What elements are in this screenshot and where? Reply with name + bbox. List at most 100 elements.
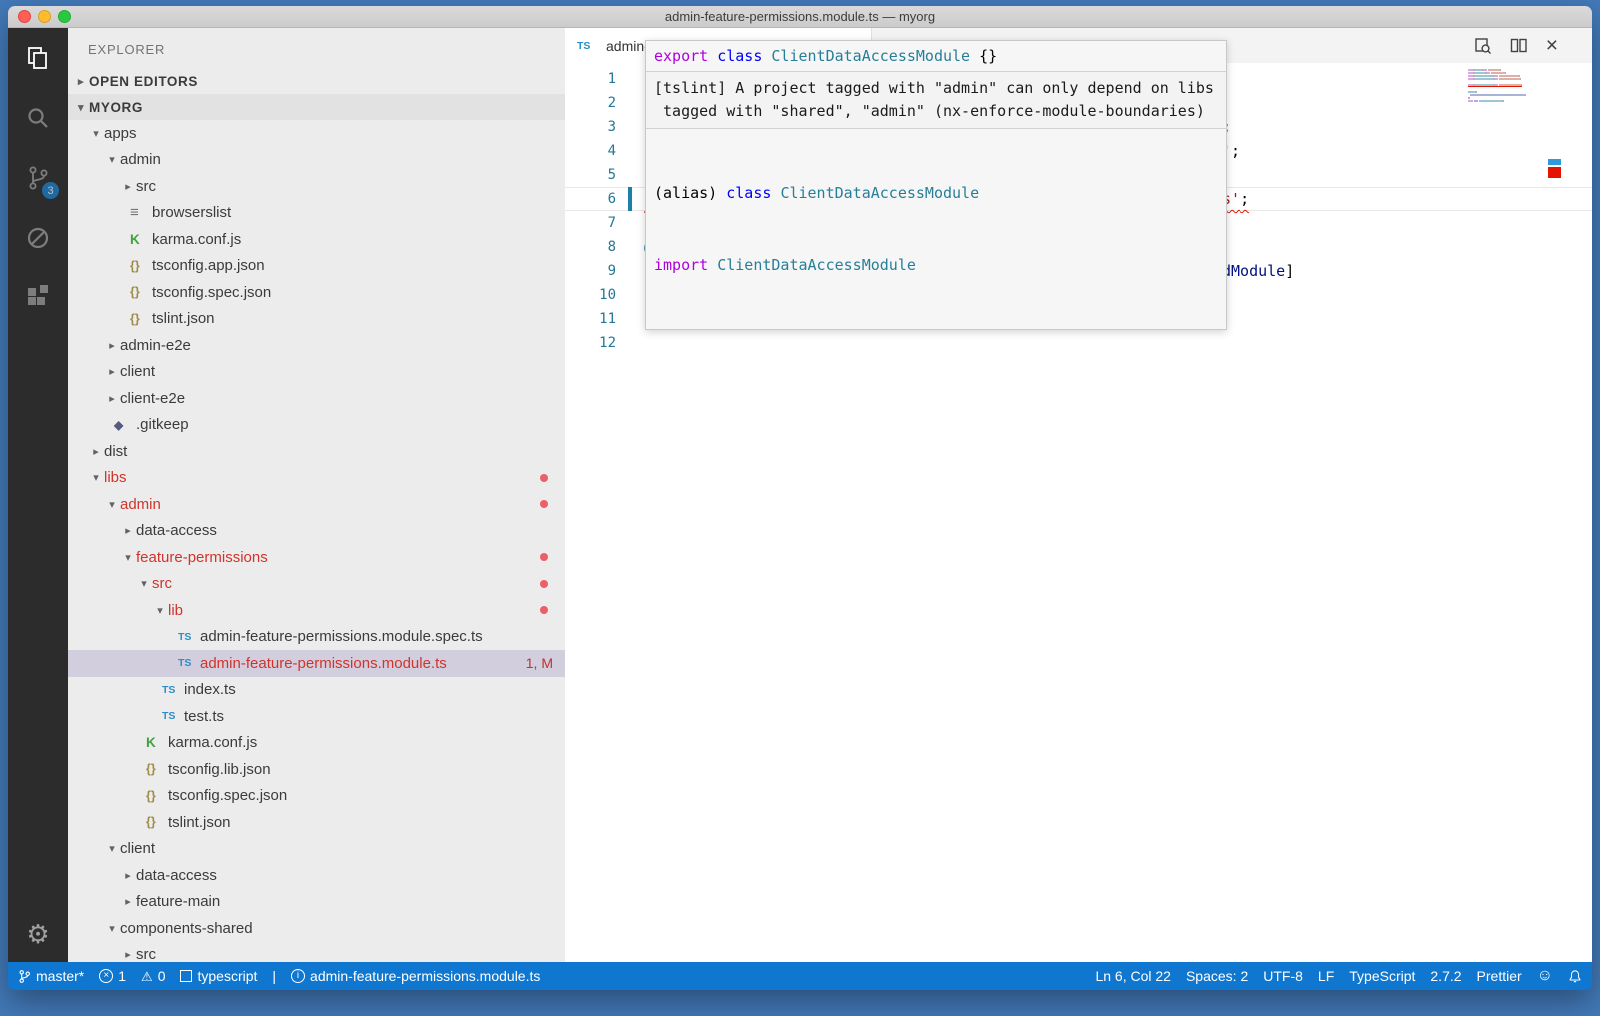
tree-folder-lib[interactable]: ▾lib [68,597,565,624]
activity-debug-button[interactable] [8,208,68,268]
chevron-down-icon: ▾ [88,471,104,484]
open-editors-section-header[interactable]: ▸ OPEN EDITORS [68,68,565,94]
tree-item-label: dist [104,443,127,460]
line-number: 1 [565,67,635,91]
tree-item-label: index.ts [184,681,236,698]
tree-item-label: data-access [136,522,217,539]
statusbar-indentation[interactable]: Spaces: 2 [1186,968,1248,984]
line-number: 2 [565,91,635,115]
tree-folder-data-access[interactable]: ▸data-access [68,862,565,889]
hover-signature: export class ClientDataAccessModule {} [646,41,1226,72]
status-bar: master*×1⚠0typescript|iadmin-feature-per… [8,962,1592,990]
tree-item-label: src [136,946,156,962]
line-number: 5 [565,163,635,187]
tree-folder-client[interactable]: ▸client [68,359,565,386]
tree-item-label: src [152,575,172,592]
modified-dot [540,606,548,614]
statusbar-formatter-label: Prettier [1477,968,1522,984]
tree-item-label: lib [168,602,183,619]
files-icon [24,44,52,72]
tree-folder-feature-main[interactable]: ▸feature-main [68,889,565,916]
tree-folder-admin[interactable]: ▾admin [68,491,565,518]
json-file-icon: {} [146,789,168,803]
tree-item-label: tslint.json [152,310,215,327]
tree-file-tsconfig.spec.json[interactable]: {}tsconfig.spec.json [68,783,565,810]
close-editor-icon[interactable]: × [1546,35,1558,56]
statusbar-typescript-version[interactable]: 2.7.2 [1430,968,1461,984]
tree-file-karma.conf.js[interactable]: Kkarma.conf.js [68,730,565,757]
overview-ruler-error-mark [1548,167,1561,178]
open-preview-icon[interactable] [1474,37,1492,55]
statusbar-encoding[interactable]: UTF-8 [1263,968,1303,984]
sidebar-title: EXPLORER [68,28,565,68]
json-file-icon: {} [130,285,152,299]
statusbar-cursor-position-label: Ln 6, Col 22 [1095,968,1171,984]
tree-item-label: client [120,840,155,857]
statusbar-eol[interactable]: LF [1318,968,1334,984]
activity-search-button[interactable] [8,88,68,148]
tree-file-index.ts[interactable]: TSindex.ts [68,677,565,704]
tree-item-label: tsconfig.lib.json [168,761,271,778]
tree-item-label: libs [104,469,127,486]
statusbar-git-branch[interactable]: master* [18,968,84,984]
tree-file-admin-feature-permissions.module.spec.ts[interactable]: TSadmin-feature-permissions.module.spec.… [68,624,565,651]
activity-extensions-button[interactable] [8,268,68,328]
statusbar-cursor-position[interactable]: Ln 6, Col 22 [1095,968,1171,984]
statusbar-typescript-version-label: 2.7.2 [1430,968,1461,984]
chevron-down-icon: ▾ [152,604,168,617]
open-editors-label: OPEN EDITORS [89,74,198,89]
tree-file-browserslist[interactable]: ≡browserslist [68,200,565,227]
tree-file-test.ts[interactable]: TStest.ts [68,703,565,730]
tree-folder-dist[interactable]: ▸dist [68,438,565,465]
statusbar-active-file-info-label: admin-feature-permissions.module.ts [310,968,540,984]
chevron-right-icon: ▸ [120,895,136,908]
tree-folder-client[interactable]: ▾client [68,836,565,863]
tree-item-label: apps [104,125,137,142]
tree-folder-src[interactable]: ▸src [68,173,565,200]
tree-folder-components-shared[interactable]: ▾components-shared [68,915,565,942]
statusbar-active-file-info[interactable]: iadmin-feature-permissions.module.ts [291,968,540,984]
tree-file-tsconfig.lib.json[interactable]: {}tsconfig.lib.json [68,756,565,783]
settings-gear-button[interactable]: ⚙ [8,919,68,950]
tree-file-tsconfig.app.json[interactable]: {}tsconfig.app.json [68,253,565,280]
tree-folder-src[interactable]: ▾src [68,571,565,598]
tree-folder-data-access[interactable]: ▸data-access [68,518,565,545]
hover-lint-line: [tslint] A project tagged with "admin" c… [654,77,1218,100]
tree-folder-apps[interactable]: ▾apps [68,120,565,147]
tree-folder-src[interactable]: ▸src [68,942,565,963]
code-line-12[interactable]: 12 [565,331,1592,355]
statusbar-language-mode[interactable]: TypeScript [1349,968,1415,984]
statusbar-tslint-status[interactable]: typescript [180,968,257,984]
tree-file-tslint.json[interactable]: {}tslint.json [68,306,565,333]
root-folder-section-header[interactable]: ▾ MYORG [68,94,565,120]
tree-item-label: components-shared [120,920,253,937]
tree-folder-feature-permissions[interactable]: ▾feature-permissions [68,544,565,571]
tree-item-label: tsconfig.app.json [152,257,265,274]
tree-file-.gitkeep[interactable]: ◆.gitkeep [68,412,565,439]
tree-file-admin-feature-permissions.module.ts[interactable]: TSadmin-feature-permissions.module.ts1, … [68,650,565,677]
split-editor-icon[interactable] [1510,37,1528,55]
line-number: 12 [565,331,635,355]
minimap[interactable] [1468,69,1532,106]
tree-item-label: client [120,363,155,380]
statusbar-formatter[interactable]: Prettier [1477,968,1522,984]
statusbar-tslint-status-label: typescript [197,968,257,984]
activity-explorer-button[interactable] [8,28,68,88]
tree-file-tsconfig.spec.json[interactable]: {}tsconfig.spec.json [68,279,565,306]
modified-dot [540,500,548,508]
tree-folder-client-e2e[interactable]: ▸client-e2e [68,385,565,412]
ts-file-icon: TS [178,657,200,669]
statusbar-feedback[interactable]: ☺ [1537,968,1553,984]
tree-folder-admin[interactable]: ▾admin [68,147,565,174]
activity-source-control-button[interactable]: 3 [8,148,68,208]
statusbar-problems-warnings[interactable]: ⚠0 [141,968,165,984]
karma-file-icon: K [146,735,168,750]
tree-folder-admin-e2e[interactable]: ▸admin-e2e [68,332,565,359]
statusbar-problems-errors[interactable]: ×1 [99,968,126,984]
list-file-icon: ≡ [130,204,152,221]
tree-file-karma.conf.js[interactable]: Kkarma.conf.js [68,226,565,253]
statusbar-notifications[interactable] [1568,969,1582,984]
line-number: 11 [565,307,635,331]
tree-file-tslint.json[interactable]: {}tslint.json [68,809,565,836]
tree-folder-libs[interactable]: ▾libs [68,465,565,492]
